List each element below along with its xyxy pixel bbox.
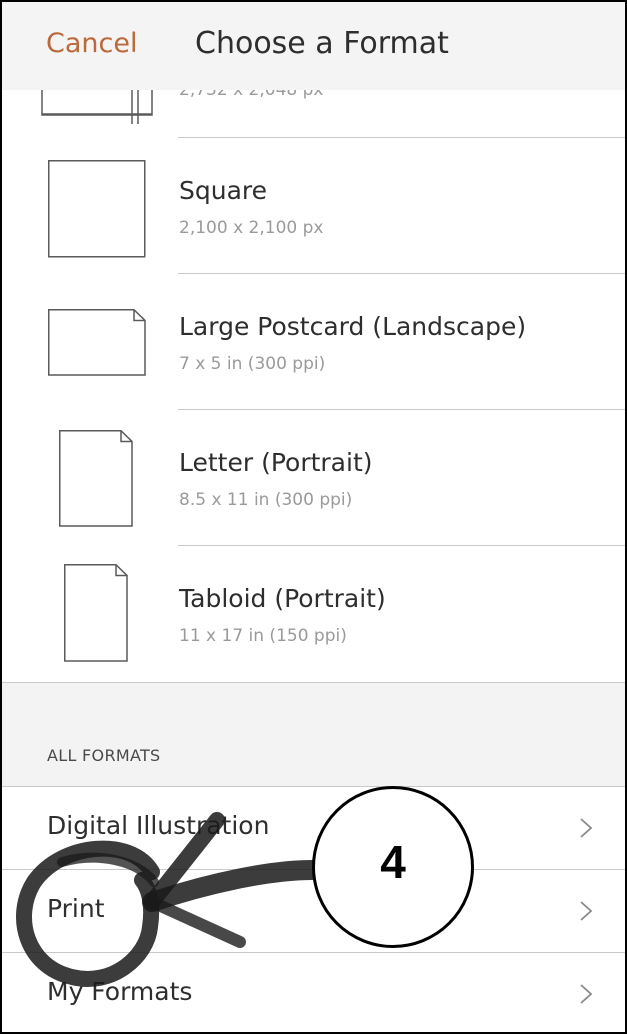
section-header: ALL FORMATS (47, 746, 161, 765)
nav-item-label: Digital Illustration (47, 811, 270, 840)
format-size: 11 x 17 in (150 ppi) (179, 626, 347, 646)
nav-header: Cancel Choose a Format (2, 2, 625, 90)
step-number-badge: 4 (312, 786, 474, 948)
format-name: Large Postcard (Landscape) (179, 312, 527, 341)
format-name: Square (179, 176, 268, 205)
format-row-tabloid[interactable]: Tabloid (Portrait) 11 x 17 in (150 ppi) (2, 546, 625, 682)
chevron-right-icon (580, 901, 593, 921)
nav-item-label: My Formats (47, 977, 193, 1006)
step-number: 4 (380, 836, 406, 888)
format-size: 2,100 x 2,100 px (179, 218, 324, 238)
chevron-right-icon (580, 984, 593, 1004)
format-name: Letter (Portrait) (179, 448, 373, 477)
chevron-right-icon (580, 818, 593, 838)
app-frame: 2,732 x 2,048 px Square 2,100 x 2,100 px… (0, 0, 627, 1034)
format-name: Tabloid (Portrait) (179, 584, 386, 613)
format-size: 7 x 5 in (300 ppi) (179, 354, 326, 374)
nav-item-my-formats[interactable]: My Formats (2, 952, 625, 1032)
format-row-large-postcard[interactable]: Large Postcard (Landscape) 7 x 5 in (300… (2, 274, 625, 410)
page-title: Choose a Format (195, 26, 449, 61)
cancel-button[interactable]: Cancel (46, 28, 137, 59)
nav-item-label: Print (47, 894, 105, 923)
format-row-square[interactable]: Square 2,100 x 2,100 px (2, 138, 625, 274)
format-size: 8.5 x 11 in (300 ppi) (179, 490, 353, 510)
all-formats-section (2, 682, 625, 787)
format-row-letter[interactable]: Letter (Portrait) 8.5 x 11 in (300 ppi) (2, 410, 625, 546)
